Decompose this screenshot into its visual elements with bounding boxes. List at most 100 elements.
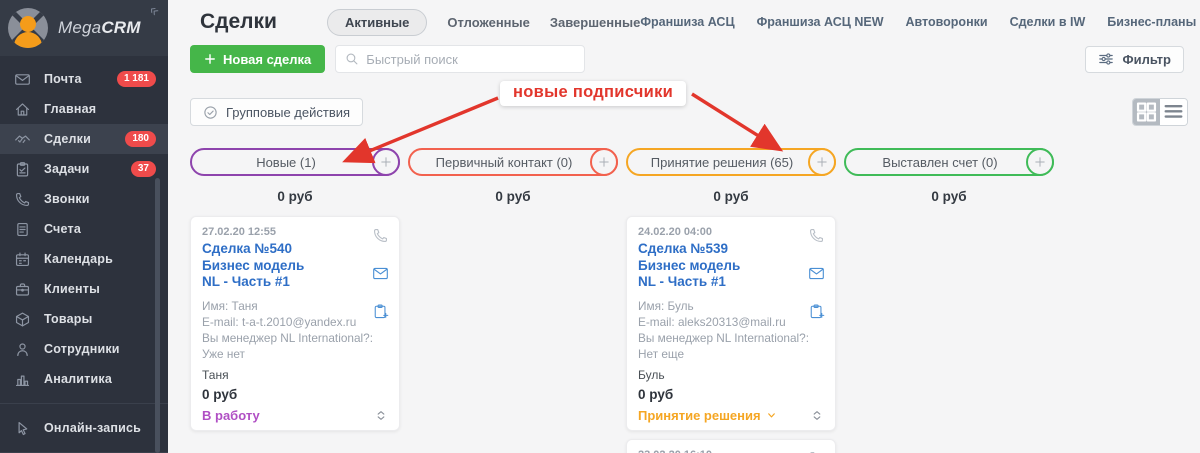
kanban-column-invoice: Выставлен счет (0) 0 руб xyxy=(844,148,1054,453)
add-task-icon[interactable] xyxy=(372,303,389,320)
deal-amount: 0 руб xyxy=(638,386,674,402)
quick-search-input[interactable] xyxy=(366,51,576,67)
add-task-icon[interactable] xyxy=(808,303,825,320)
view-toggle xyxy=(1132,98,1188,126)
tab-postponed[interactable]: Отложенные xyxy=(447,15,529,30)
deal-title[interactable]: Сделка №540 Бизнес модель NL - Часть #1 xyxy=(202,241,308,291)
column-title: Первичный контакт (0) xyxy=(435,154,573,170)
kanban-column-decision: Принятие решения (65) 0 руб 24.02.20 04:… xyxy=(626,148,836,453)
plus-icon xyxy=(204,53,216,65)
column-header: Выставлен счет (0) xyxy=(844,148,1054,176)
deal-title[interactable]: Сделка №539 Бизнес модель NL - Часть #1 xyxy=(638,241,744,291)
sidebar-item-mail[interactable]: Почта 1 181 xyxy=(0,64,168,94)
box-icon xyxy=(14,311,31,328)
deals-badge: 180 xyxy=(125,131,156,147)
sidebar-item-calendar[interactable]: Календарь xyxy=(0,244,168,274)
link-franchise-asc-new[interactable]: Франшиза АСЦ NEW xyxy=(757,15,884,29)
deal-card[interactable]: 24.02.20 04:00 Сделка №539 Бизнес модель… xyxy=(626,216,836,431)
column-title: Выставлен счет (0) xyxy=(882,154,998,170)
plus-icon xyxy=(1033,155,1047,169)
deal-status-link[interactable]: В работу xyxy=(202,408,260,423)
column-total: 0 руб xyxy=(713,189,749,204)
kanban-board: Новые (1) 0 руб 27.02.20 12:55 Сделка №5… xyxy=(168,148,1200,453)
expand-card-icon[interactable] xyxy=(810,408,824,423)
sidebar-item-online-booking[interactable]: Онлайн-запись xyxy=(0,413,168,443)
tab-completed[interactable]: Завершенные xyxy=(550,15,640,30)
quick-search xyxy=(335,45,586,73)
add-deal-button[interactable] xyxy=(1026,148,1054,176)
list-view-icon[interactable] xyxy=(1160,99,1187,125)
column-total: 0 руб xyxy=(277,189,313,204)
divider xyxy=(0,403,168,404)
mail-icon xyxy=(14,71,31,88)
column-title: Новые (1) xyxy=(256,154,316,170)
deal-status-link[interactable]: Принятие решения xyxy=(638,408,777,423)
deal-card-actions xyxy=(372,227,389,320)
sidebar-item-analytics[interactable]: Аналитика xyxy=(0,364,168,394)
add-deal-button[interactable] xyxy=(372,148,400,176)
group-actions-button[interactable]: Групповые действия xyxy=(190,98,364,126)
sidebar-header: « MegaCRM xyxy=(0,0,168,56)
sidebar-item-tasks[interactable]: Задачи 37 xyxy=(0,154,168,184)
expand-card-icon[interactable] xyxy=(374,408,388,423)
deal-contact: Таня xyxy=(202,367,229,382)
deal-fields: Имя: Буль E-mail: aleks20313@mail.ru Вы … xyxy=(638,298,809,361)
mail-icon[interactable] xyxy=(808,265,825,282)
link-franchise-asc[interactable]: Франшиза АСЦ xyxy=(640,15,734,29)
annotation-label: новые подписчики xyxy=(500,81,687,106)
plus-icon xyxy=(379,155,393,169)
funnel-links: Франшиза АСЦ Франшиза АСЦ NEW Автоворонк… xyxy=(640,15,1196,29)
tasks-badge: 37 xyxy=(130,161,156,177)
mail-icon[interactable] xyxy=(372,265,389,282)
brand-name: MegaCRM xyxy=(58,18,141,37)
deal-card-footer: В работу xyxy=(202,408,388,423)
sidebar-item-staff[interactable]: Сотрудники xyxy=(0,334,168,364)
deal-card-footer: Принятие решения xyxy=(638,408,824,423)
deal-state-tabs: Активные Отложенные Завершенные xyxy=(326,8,640,36)
sidebar-item-home[interactable]: Главная xyxy=(0,94,168,124)
phone-icon[interactable] xyxy=(808,227,825,244)
column-total: 0 руб xyxy=(495,189,531,204)
collapse-sidebar-icon[interactable]: « xyxy=(145,1,162,19)
column-header: Принятие решения (65) xyxy=(626,148,836,176)
phone-icon xyxy=(14,191,31,208)
deal-datetime: 24.02.20 04:00 xyxy=(638,226,713,238)
deal-card-actions xyxy=(808,450,825,453)
grid-view-icon[interactable] xyxy=(1133,99,1160,125)
deal-fields: Имя: Таня E-mail: t-a-t.2010@yandex.ru В… xyxy=(202,298,373,361)
plus-icon xyxy=(597,155,611,169)
filter-button[interactable]: Фильтр xyxy=(1085,45,1184,73)
tab-active[interactable]: Активные xyxy=(326,8,428,36)
deal-card[interactable]: 27.02.20 12:55 Сделка №540 Бизнес модель… xyxy=(190,216,400,431)
phone-icon[interactable] xyxy=(372,227,389,244)
check-circle-icon xyxy=(203,105,218,120)
add-deal-button[interactable] xyxy=(590,148,618,176)
new-deal-button[interactable]: Новая сделка xyxy=(190,45,326,73)
cursor-icon xyxy=(14,420,31,437)
toolbar: Новая сделка Фильтр xyxy=(168,44,1200,74)
sidebar: « MegaCRM Почта 1 181 Главная Сделки 180… xyxy=(0,0,168,453)
main-area: Сделки Активные Отложенные Завершенные Ф… xyxy=(168,0,1200,453)
kanban-column-first-contact: Первичный контакт (0) 0 руб xyxy=(408,148,618,453)
invoice-icon xyxy=(14,221,31,238)
link-business-plans[interactable]: Бизнес-планы xyxy=(1107,15,1196,29)
link-autofunnels[interactable]: Автоворонки xyxy=(906,15,988,29)
sliders-icon xyxy=(1098,52,1114,66)
deal-contact: Буль xyxy=(638,367,665,382)
sidebar-item-products[interactable]: Товары xyxy=(0,304,168,334)
deal-card[interactable]: 23.02.20 16:10 Сделка №538 xyxy=(626,438,836,453)
person-icon xyxy=(14,341,31,358)
link-deals-iw[interactable]: Сделки в IW xyxy=(1010,15,1086,29)
phone-icon[interactable] xyxy=(808,450,825,453)
sidebar-item-calls[interactable]: Звонки xyxy=(0,184,168,214)
plus-icon xyxy=(815,155,829,169)
megacrm-logo xyxy=(8,8,48,48)
mail-badge: 1 181 xyxy=(116,71,156,87)
sidebar-item-deals[interactable]: Сделки 180 xyxy=(0,124,168,154)
sidebar-scrollbar[interactable] xyxy=(155,178,160,453)
add-deal-button[interactable] xyxy=(808,148,836,176)
calendar-icon xyxy=(14,251,31,268)
sidebar-item-clients[interactable]: Клиенты xyxy=(0,274,168,304)
column-header: Новые (1) xyxy=(190,148,400,176)
sidebar-item-invoices[interactable]: Счета xyxy=(0,214,168,244)
